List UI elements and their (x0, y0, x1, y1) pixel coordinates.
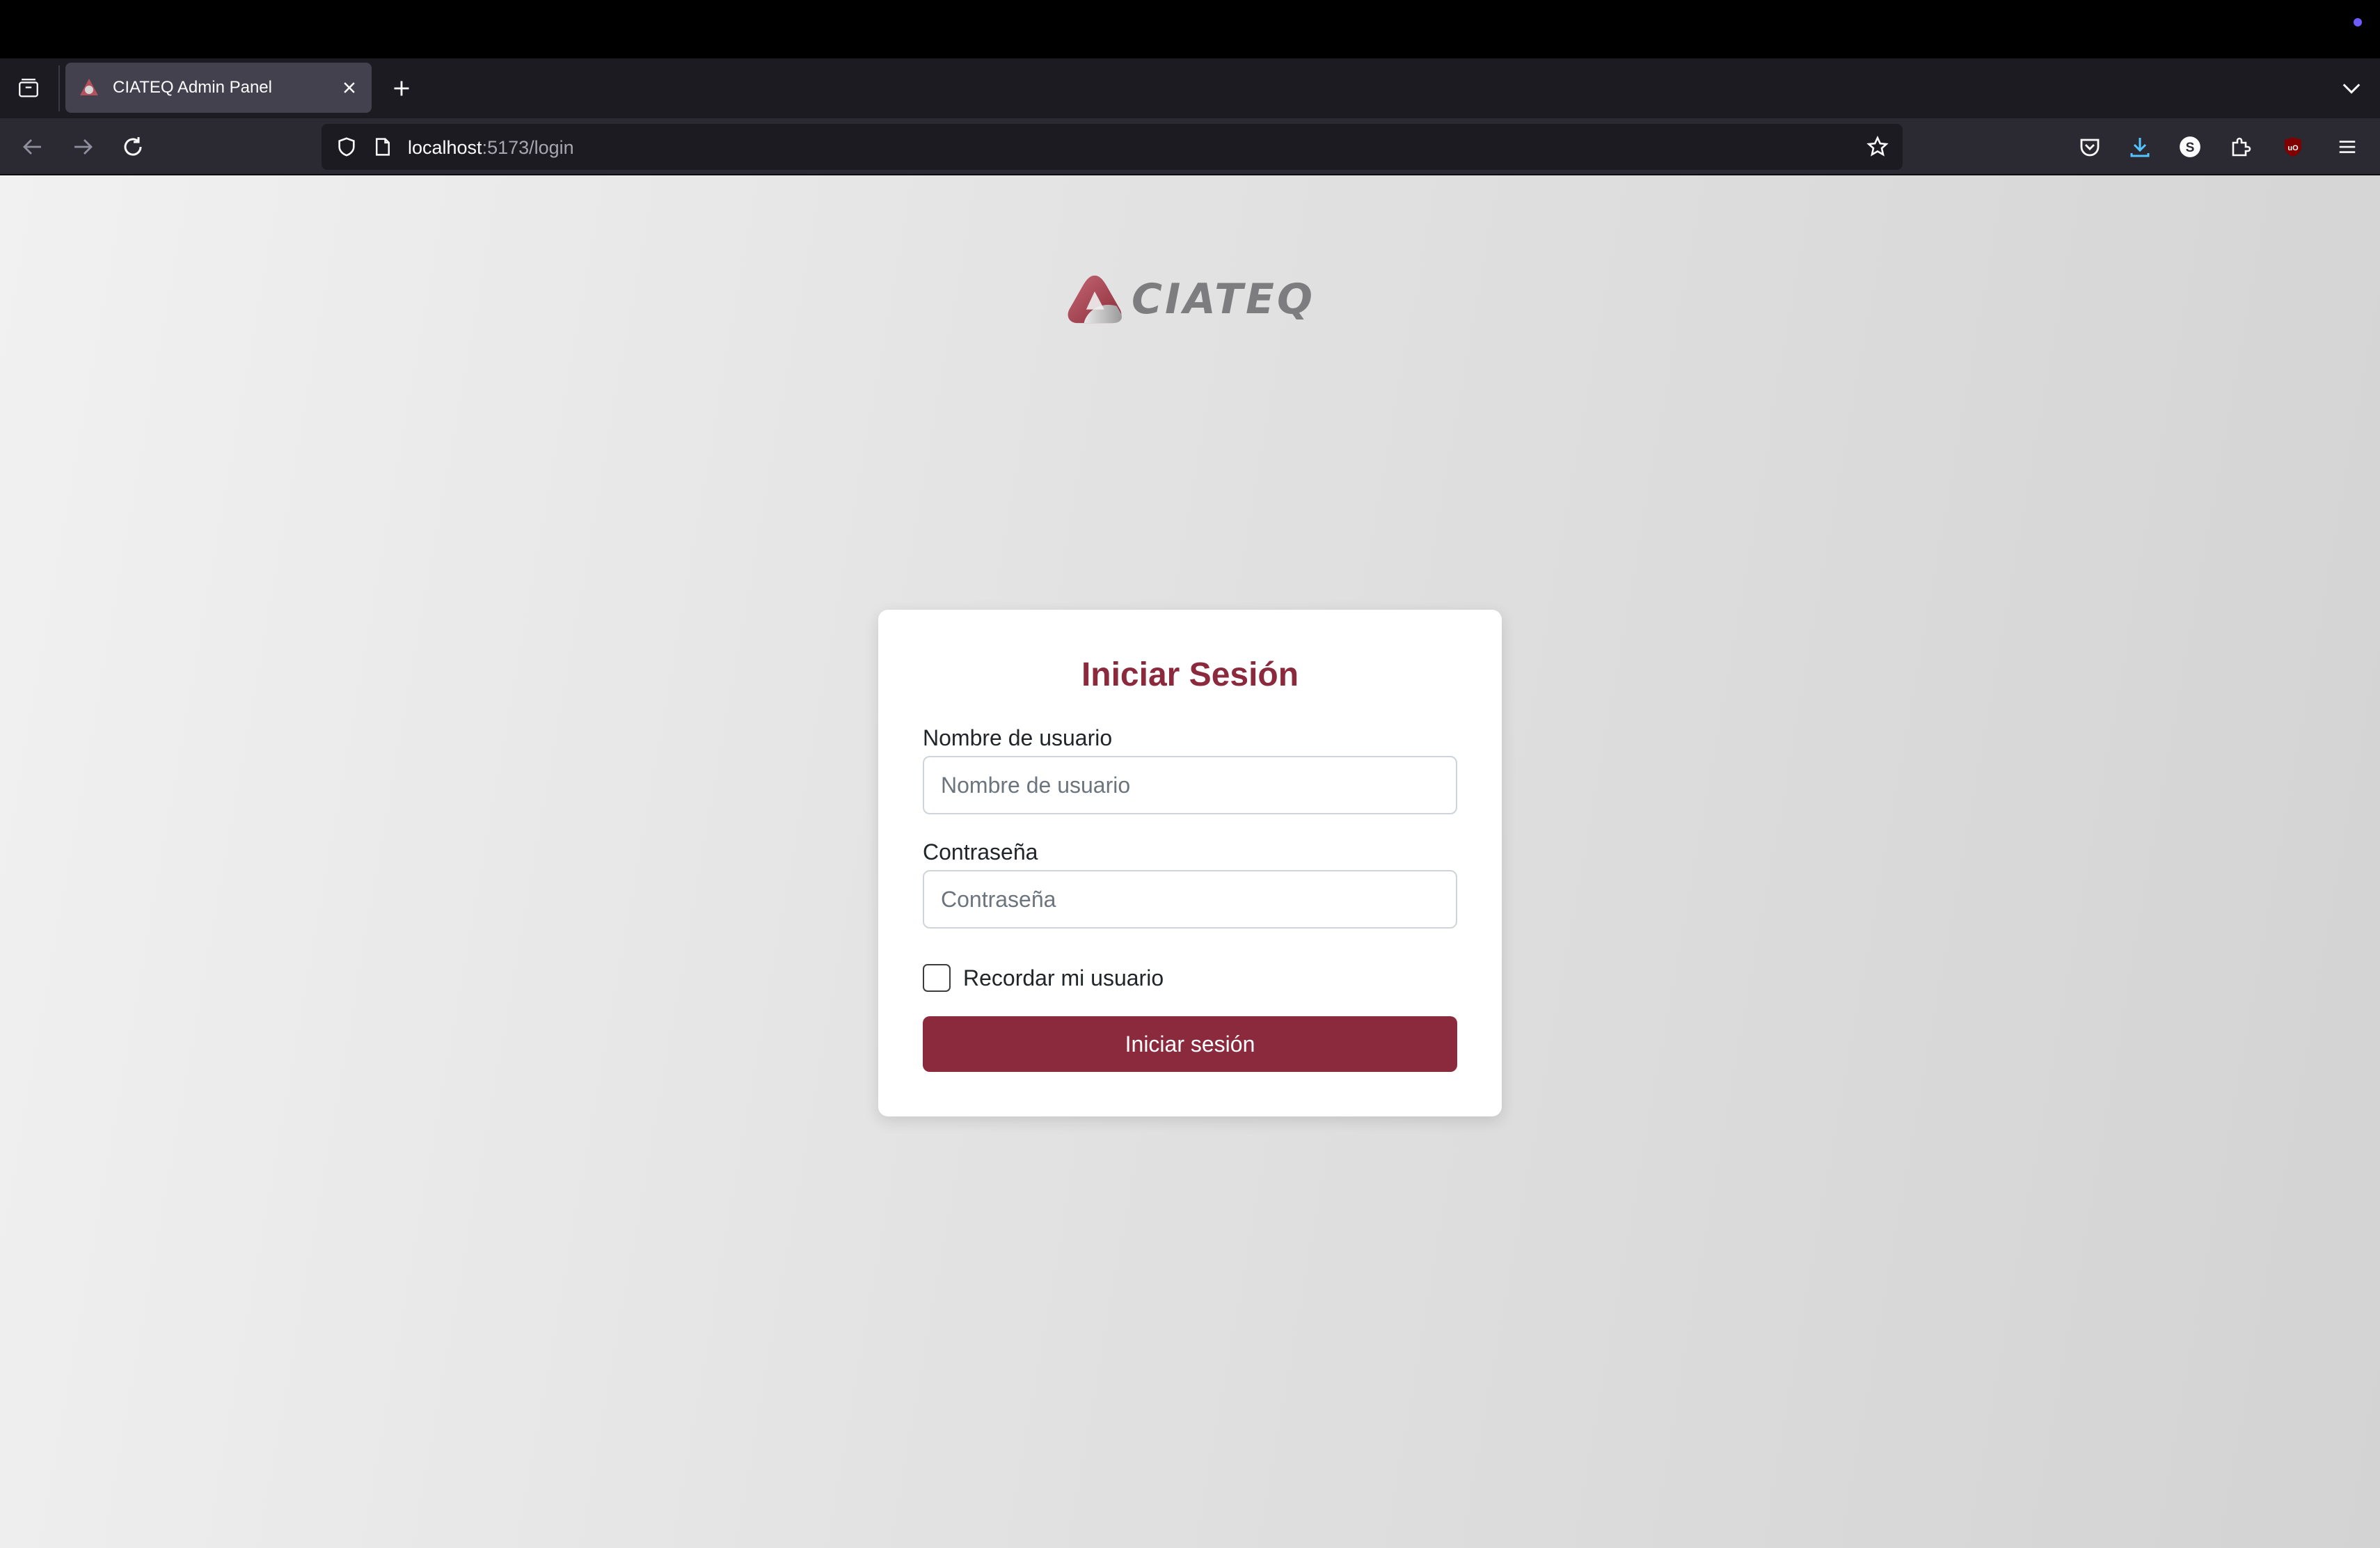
remember-me-row[interactable]: Recordar mi usuario (923, 963, 1164, 993)
new-tab-button[interactable] (387, 74, 416, 103)
plus-icon (394, 81, 409, 96)
remember-me-label[interactable]: Recordar mi usuario (963, 965, 1164, 991)
page-icon (376, 138, 390, 156)
ciateq-logo-mark-icon (1068, 275, 1122, 324)
puzzle-icon (2232, 137, 2251, 157)
ciateq-logo: CIATEQ (1065, 267, 1315, 331)
url-bar[interactable]: localhost:5173/login (322, 124, 1903, 170)
list-all-tabs-button[interactable] (2337, 74, 2366, 103)
site-info-button[interactable] (369, 133, 397, 161)
username-input[interactable] (923, 756, 1457, 814)
username-label: Nombre de usuario (923, 725, 1113, 750)
page-content: CIATEQ Iniciar Sesión Nombre de usuario … (0, 175, 2380, 1548)
firefox-view-button[interactable] (14, 74, 43, 103)
login-card: Iniciar Sesión Nombre de usuario Contras… (878, 610, 1502, 1116)
star-icon (1866, 136, 1889, 157)
tab-separator (58, 65, 60, 111)
tab-title: CIATEQ Admin Panel (113, 78, 272, 97)
pocket-icon (2080, 139, 2100, 157)
hamburger-menu-icon (2339, 141, 2356, 153)
tab-bar: CIATEQ Admin Panel (0, 58, 2380, 118)
ciateq-favicon-icon (80, 79, 98, 95)
active-tab[interactable]: CIATEQ Admin Panel (65, 63, 372, 113)
tab-close-button[interactable] (335, 74, 363, 102)
download-icon (2130, 138, 2150, 157)
pocket-button[interactable] (2074, 131, 2106, 163)
url-host: localhost (408, 137, 482, 158)
status-dot (2354, 18, 2362, 26)
arrow-left-icon (23, 139, 41, 155)
close-icon (344, 82, 355, 93)
arrow-right-icon (74, 139, 93, 155)
ublock-button[interactable]: uO (2277, 131, 2309, 163)
login-submit-button[interactable]: Iniciar sesión (923, 1016, 1457, 1072)
tracking-protection-button[interactable] (333, 133, 360, 161)
ciateq-logo-text: CIATEQ (1132, 275, 1315, 324)
bookmark-button[interactable] (1864, 133, 1891, 161)
app-menu-button[interactable] (2331, 131, 2363, 163)
password-input[interactable] (923, 870, 1457, 929)
reload-icon (124, 137, 142, 156)
url-path: :5173/login (482, 137, 574, 158)
system-top-strip (0, 0, 2380, 58)
login-heading: Iniciar Sesión (1081, 656, 1299, 693)
s-circle-icon: S (2180, 136, 2200, 157)
account-extension-button[interactable]: S (2174, 131, 2206, 163)
svg-text:S: S (2186, 141, 2195, 155)
reload-button[interactable] (117, 131, 149, 163)
svg-text:uO: uO (2287, 144, 2299, 152)
forward-button[interactable] (67, 131, 99, 163)
chevron-down-icon (2342, 84, 2361, 94)
extensions-button[interactable] (2224, 131, 2256, 163)
shield-icon (338, 137, 355, 157)
tab-list-icon (19, 79, 38, 97)
url-text[interactable]: localhost:5173/login (408, 137, 574, 159)
password-label: Contraseña (923, 839, 1038, 864)
browser-window: CIATEQ Admin Panel localhost:5173/login … (0, 0, 2380, 1548)
remember-me-checkbox[interactable] (923, 964, 951, 992)
navigation-toolbar: localhost:5173/login S uO (0, 118, 2380, 175)
ublock-shield-icon: uO (2285, 137, 2301, 157)
downloads-button[interactable] (2124, 131, 2156, 163)
back-button[interactable] (17, 131, 49, 163)
